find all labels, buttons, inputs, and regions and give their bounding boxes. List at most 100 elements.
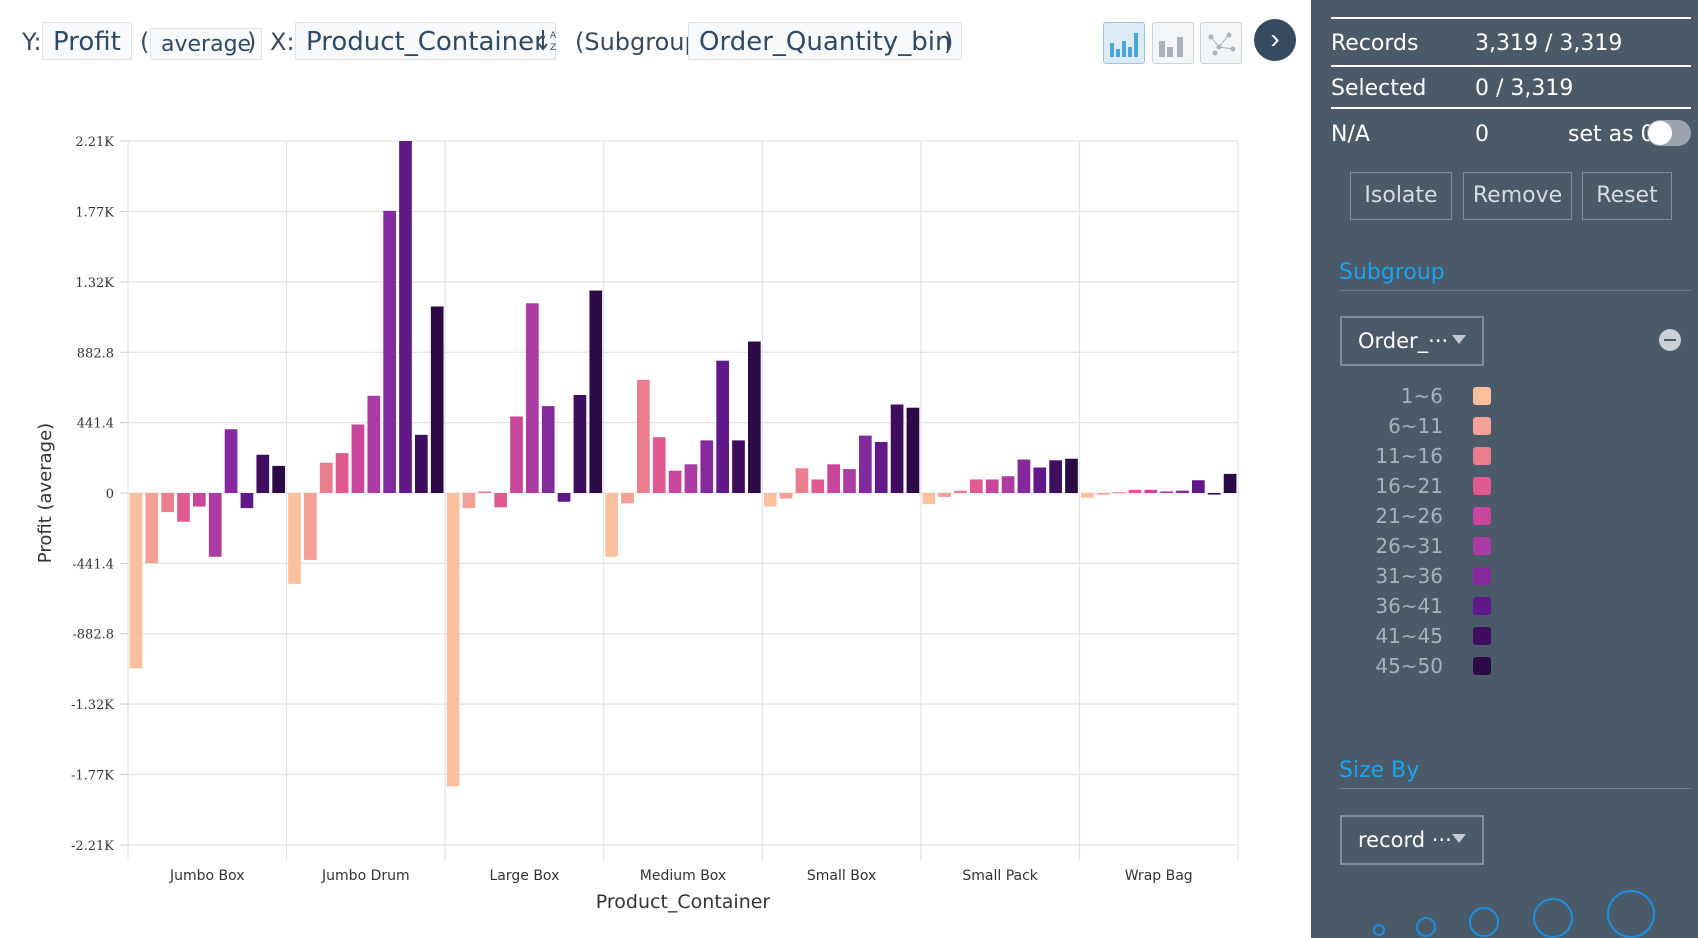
legend-swatch <box>1473 387 1491 405</box>
y-prefix: Y: <box>22 28 42 56</box>
legend-item[interactable]: 6~11 <box>1311 412 1491 440</box>
y-field-selector[interactable]: Profit <box>42 22 132 60</box>
records-label: Records <box>1331 31 1419 56</box>
aggregate-open-paren: ( <box>140 28 150 56</box>
bar <box>1096 493 1110 495</box>
set-as-zero-toggle[interactable] <box>1647 120 1691 146</box>
bar <box>605 493 618 557</box>
bar <box>954 490 967 493</box>
bar <box>399 141 412 493</box>
legend-swatch <box>1473 477 1491 495</box>
subgroup-title: Subgroup <box>1339 260 1445 285</box>
y-tick-label: -882.8 <box>72 628 114 643</box>
legend-item[interactable]: 36~41 <box>1311 592 1491 620</box>
x-tick-label: Wrap Bag <box>1125 868 1193 884</box>
chevron-right-icon[interactable]: › <box>1254 19 1296 61</box>
y-tick-label: -1.77K <box>71 769 114 784</box>
scatter-icon[interactable] <box>1200 22 1242 64</box>
bar <box>573 394 587 493</box>
y-tick-label: 1.32K <box>75 276 114 291</box>
bar-chart-icon[interactable] <box>1103 22 1145 64</box>
svg-text:Z: Z <box>550 43 556 52</box>
x-tick-label: Small Pack <box>962 868 1038 884</box>
bar <box>716 360 729 493</box>
legend-item[interactable]: 26~31 <box>1311 532 1491 560</box>
x-field-selector[interactable]: Product_Container <box>295 22 556 60</box>
bar <box>874 441 888 493</box>
size-by-title: Size By <box>1339 758 1420 783</box>
bar <box>1192 480 1205 493</box>
minus-icon[interactable] <box>1659 329 1681 351</box>
reset-button[interactable]: Reset <box>1582 172 1672 220</box>
bar <box>240 493 254 509</box>
selected-divider <box>1331 107 1691 109</box>
y-tick-label: -2.21K <box>71 839 114 854</box>
bar <box>795 468 809 493</box>
legend-label: 16~21 <box>1375 474 1443 498</box>
bar <box>177 493 190 522</box>
size-by-divider <box>1339 788 1691 789</box>
bar <box>748 341 761 493</box>
bar <box>351 424 365 493</box>
legend-item[interactable]: 21~26 <box>1311 502 1491 530</box>
records-divider <box>1331 65 1691 67</box>
x-prefix: X: <box>270 28 295 56</box>
bar <box>1223 473 1237 493</box>
isolate-button[interactable]: Isolate <box>1350 172 1452 220</box>
bar <box>145 493 159 564</box>
bar <box>510 416 523 493</box>
bar <box>1128 489 1142 493</box>
subgroup-close-paren: ) <box>944 28 954 56</box>
side-panel: Records 3,319 / 3,319 Selected 0 / 3,319… <box>1311 0 1698 938</box>
bar <box>208 493 222 557</box>
panel-top-divider <box>1331 17 1691 19</box>
aggregate-selector[interactable]: average <box>150 28 263 60</box>
bar <box>1017 459 1031 493</box>
bar <box>415 434 428 493</box>
bar <box>288 493 301 584</box>
legend-swatch <box>1473 627 1491 645</box>
bar <box>430 306 444 493</box>
svg-text:A: A <box>550 31 557 41</box>
legend-label: 11~16 <box>1375 444 1443 468</box>
legend-swatch <box>1473 657 1491 675</box>
bar <box>319 462 333 493</box>
legend-label: 6~11 <box>1388 414 1443 438</box>
legend-item[interactable]: 41~45 <box>1311 622 1491 650</box>
y-tick-label: -441.4 <box>72 557 114 572</box>
bar <box>684 464 698 493</box>
bar <box>1207 493 1221 495</box>
sort-alpha-icon[interactable]: AZ <box>538 28 560 57</box>
bar-chart: 2.21K 1.77K 1.32K 882.8 441.4 0 -441.4 -882.8 -1… <box>35 135 1239 913</box>
bar <box>652 437 666 493</box>
legend-item[interactable]: 11~16 <box>1311 442 1491 470</box>
subgroup-field-selector[interactable]: Order_Quantity_bin <box>688 22 963 60</box>
legend-label: 45~50 <box>1375 654 1443 678</box>
chevron-down-icon <box>1452 834 1466 843</box>
subgroup-divider <box>1339 290 1691 291</box>
legend-item[interactable]: 16~21 <box>1311 472 1491 500</box>
legend-swatch <box>1473 597 1491 615</box>
legend-item[interactable]: 31~36 <box>1311 562 1491 590</box>
bar <box>557 493 571 502</box>
legend-label: 31~36 <box>1375 564 1443 588</box>
aggregate-close-paren: ) <box>247 28 257 56</box>
subgroup-dropdown[interactable]: Order_··· <box>1340 316 1484 366</box>
remove-button[interactable]: Remove <box>1463 172 1572 220</box>
bar <box>1112 492 1126 494</box>
bar <box>700 440 714 493</box>
legend-item[interactable]: 1~6 <box>1311 382 1491 410</box>
bar <box>1144 489 1158 493</box>
grouped-bar-icon[interactable] <box>1152 22 1194 64</box>
bar <box>541 406 555 493</box>
bar <box>779 493 793 499</box>
na-label: N/A <box>1331 122 1370 147</box>
legend-item[interactable]: 45~50 <box>1311 652 1491 680</box>
bar <box>526 303 539 493</box>
x-tick-label: Large Box <box>489 868 559 884</box>
bar <box>494 493 507 508</box>
size-by-dropdown[interactable]: record ··· <box>1340 815 1484 865</box>
legend-swatch <box>1473 507 1491 525</box>
x-tick-label: Medium Box <box>640 868 726 884</box>
legend-swatch <box>1473 537 1491 555</box>
